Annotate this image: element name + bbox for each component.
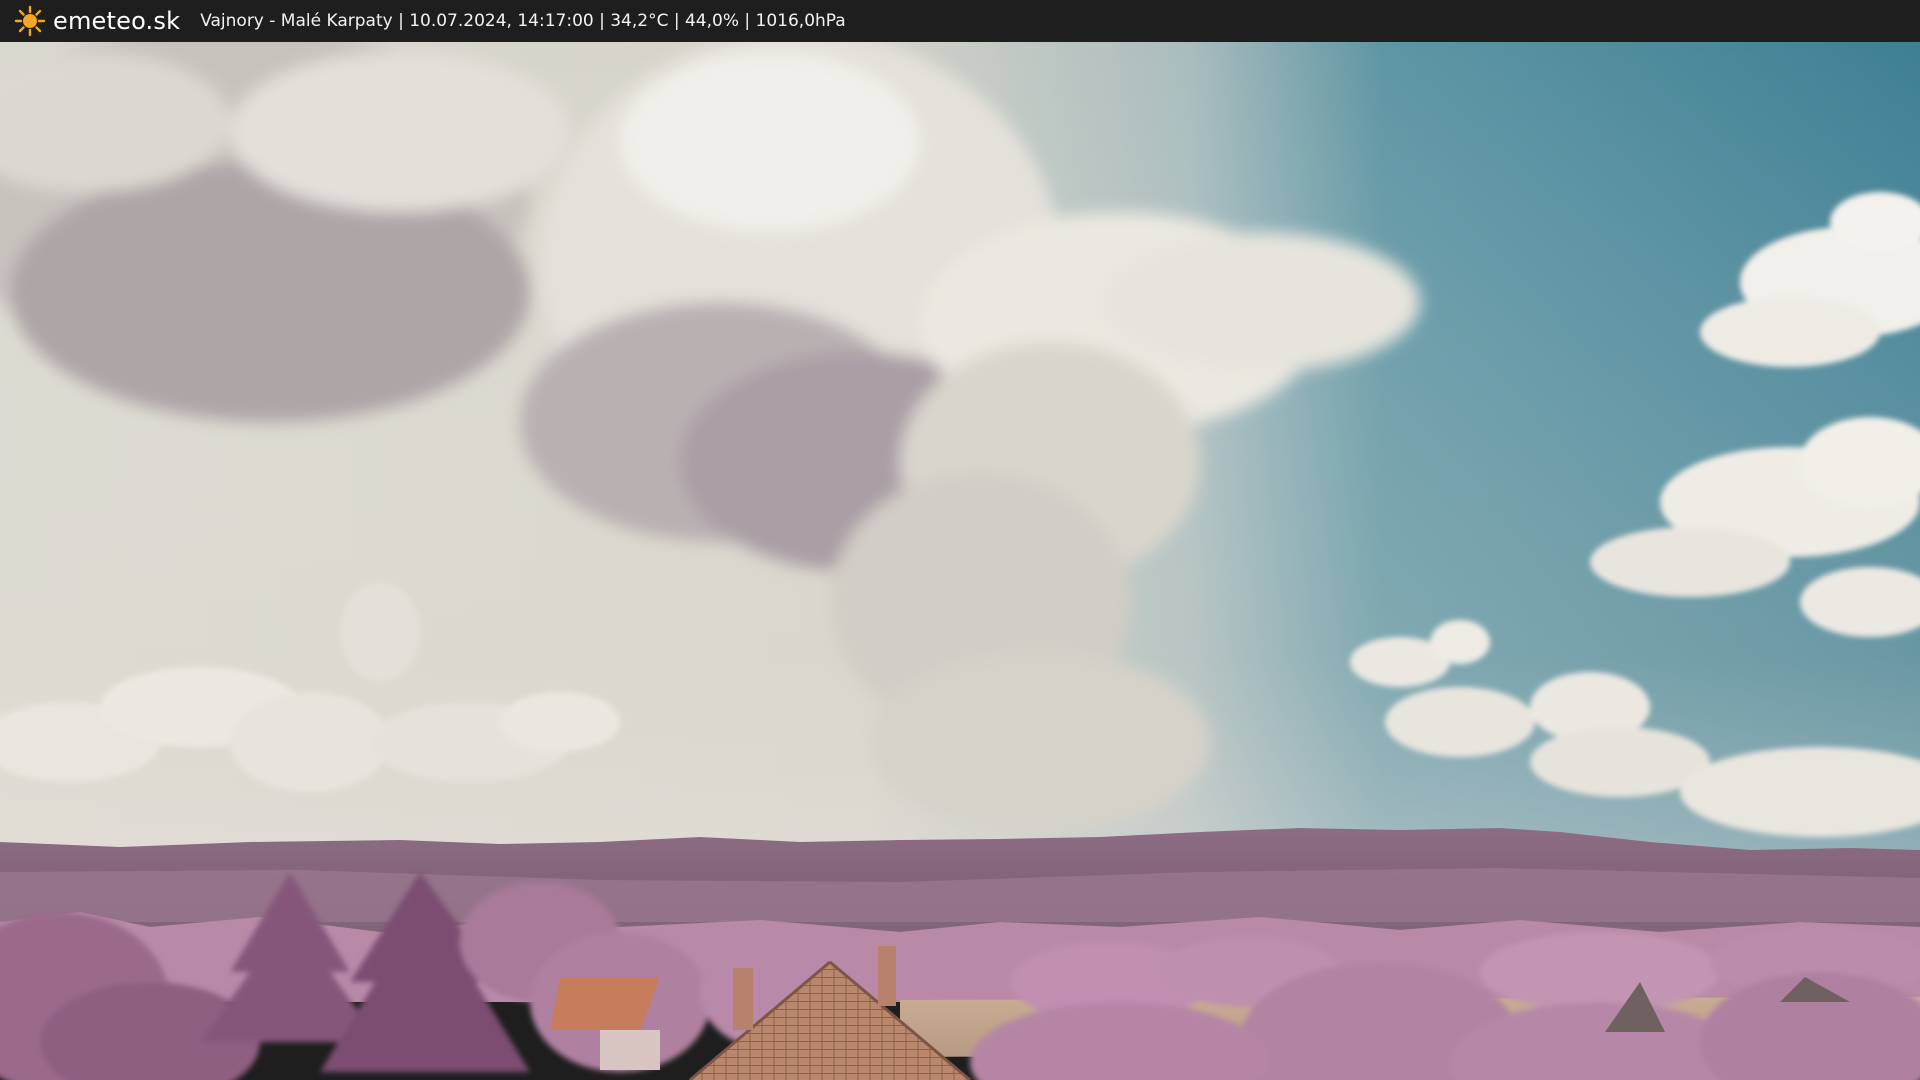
top-bar: emeteo.sk Vajnory - Malé Karpaty | 10.07… xyxy=(0,0,1920,42)
logo[interactable]: emeteo.sk xyxy=(14,0,180,42)
logo-text: emeteo.sk xyxy=(53,7,181,35)
webcam-image xyxy=(0,42,1920,1080)
sun-icon xyxy=(14,5,46,37)
webcam-caption: Vajnory - Malé Karpaty | 10.07.2024, 14:… xyxy=(200,11,846,31)
